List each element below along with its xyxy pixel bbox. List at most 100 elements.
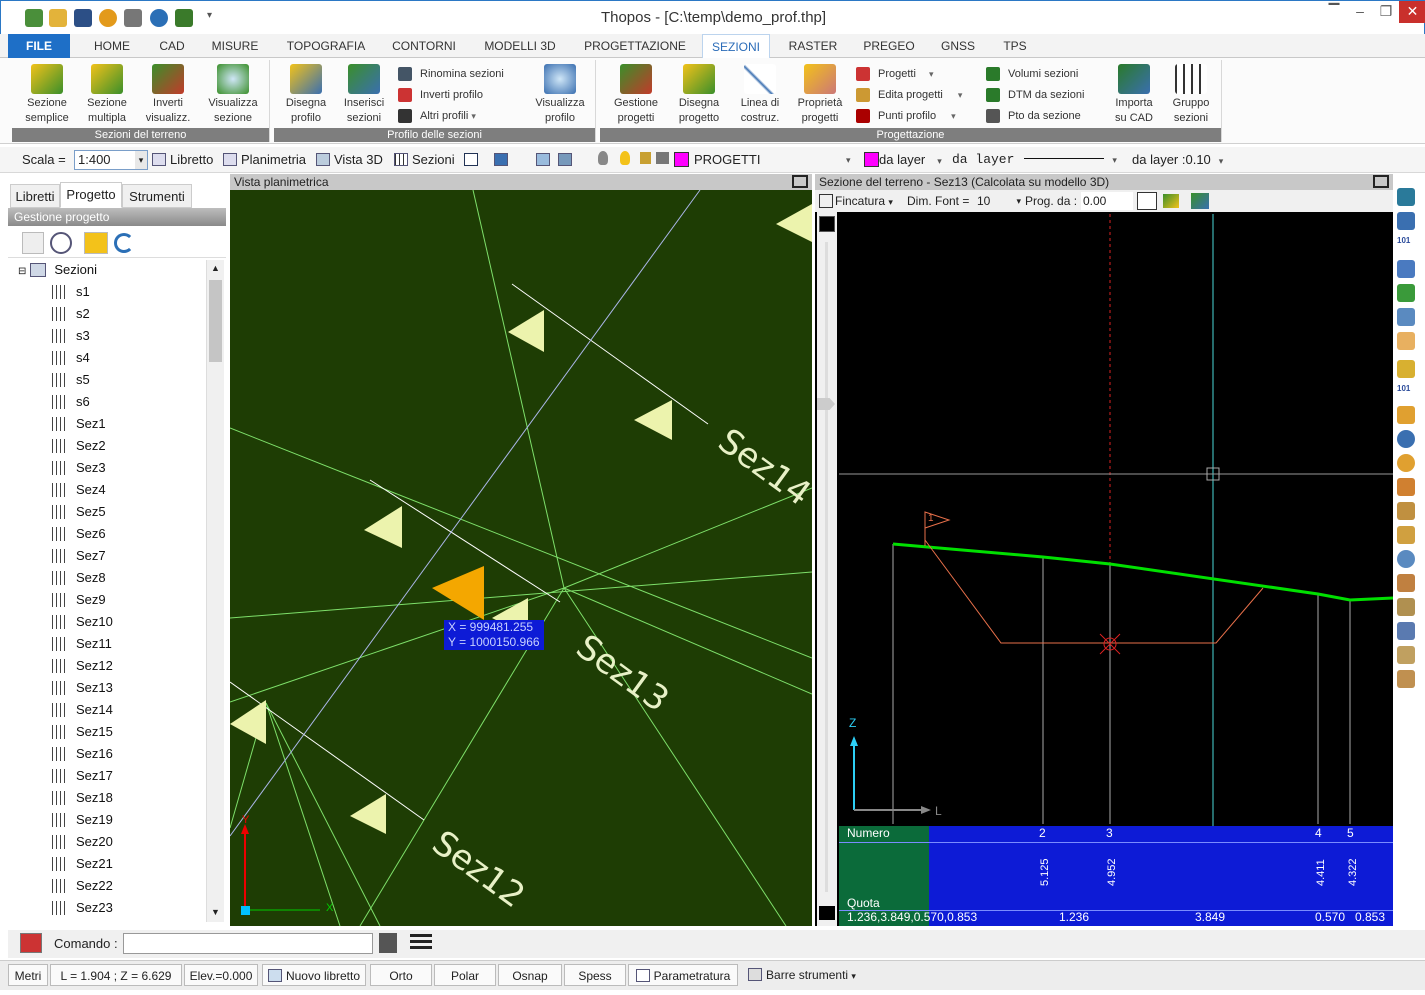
scroll-thumb[interactable]	[209, 280, 222, 362]
visualizza-profilo-button[interactable]: Visualizza profilo	[530, 64, 590, 126]
tree-item[interactable]: Sez14	[52, 699, 113, 721]
tab-gnss[interactable]: GNSS	[930, 34, 986, 58]
refresh-icon[interactable]	[114, 233, 134, 253]
tab-file[interactable]: FILE	[8, 34, 70, 58]
zoom-out-icon[interactable]	[1397, 308, 1415, 326]
tree-item[interactable]: Sez5	[52, 501, 106, 523]
tree-item[interactable]: s4	[52, 347, 90, 369]
tab-home[interactable]: HOME	[82, 34, 142, 58]
snap-off-icon[interactable]	[1397, 670, 1415, 688]
section-label[interactable]: Sez13	[569, 627, 676, 720]
units-button[interactable]: Metri	[8, 964, 48, 986]
tree-item[interactable]: Sez1	[52, 413, 106, 435]
polar-toggle[interactable]: Polar	[434, 964, 496, 986]
inverti-visualizz-button[interactable]: Inverti visualizz.	[138, 64, 198, 126]
barre-strumenti-button[interactable]: Barre strumenti ▾	[740, 964, 864, 986]
tab-sezioni[interactable]: SEZIONI	[702, 34, 770, 58]
disegna-progetto-button[interactable]: Disegna progetto	[670, 64, 728, 126]
tree-item[interactable]: Sez21	[52, 853, 113, 875]
tree-item[interactable]: Sez16	[52, 743, 113, 765]
snap-tangent-icon[interactable]	[1397, 526, 1415, 544]
window-layout-icon[interactable]	[464, 151, 484, 169]
tree-item[interactable]: Sez17	[52, 765, 113, 787]
tab-pregeo[interactable]: PREGEO	[854, 34, 924, 58]
zoom-in-icon[interactable]	[1397, 260, 1415, 278]
spess-toggle[interactable]: Spess	[564, 964, 626, 986]
zoom-101-icon[interactable]: 101	[1397, 236, 1415, 254]
section-canvas[interactable]	[815, 174, 1393, 926]
snap-end-icon[interactable]	[1397, 406, 1415, 424]
panel-layout-icon[interactable]	[494, 151, 514, 169]
ribbon-toggle-icon[interactable]: ▔	[1321, 1, 1347, 23]
disegna-profilo-button[interactable]: Disegna profilo	[278, 64, 334, 126]
snap-insert-icon[interactable]	[1397, 646, 1415, 664]
tab-progettazione[interactable]: PROGETTAZIONE	[574, 34, 696, 58]
tree-item[interactable]: s2	[52, 303, 90, 325]
tree-item[interactable]: Sez19	[52, 809, 113, 831]
scroll-up-icon[interactable]: ▲	[207, 260, 224, 276]
volumi-sezioni-button[interactable]: Volumi sezioni	[986, 64, 1078, 84]
snap-perpendicular-icon[interactable]	[1397, 502, 1415, 520]
tab-cad[interactable]: CAD	[146, 34, 198, 58]
maximize-icon[interactable]: ❐	[1373, 1, 1399, 23]
gestione-progetti-button[interactable]: Gestione progetti	[606, 64, 666, 126]
layers2-icon[interactable]	[558, 151, 578, 169]
visualizza-sezione-button[interactable]: Visualizza sezione	[202, 64, 264, 126]
dtm-da-sezioni-button[interactable]: DTM da sezioni	[986, 85, 1084, 105]
tree-scrollbar[interactable]: ▲ ▼	[206, 260, 224, 922]
altri-profili-button[interactable]: Altri profili ▾	[398, 106, 476, 126]
snap-node-icon[interactable]	[1397, 622, 1415, 640]
tab-modelli-3d[interactable]: MODELLI 3D	[472, 34, 568, 58]
snap-101-icon[interactable]: 101	[1397, 384, 1415, 402]
close-icon[interactable]: ✕	[1399, 1, 1425, 23]
tree-item[interactable]: Sez6	[52, 523, 106, 545]
maximize-panel-icon[interactable]	[792, 175, 808, 188]
calculator-icon[interactable]	[379, 933, 397, 953]
tree-item[interactable]: s3	[52, 325, 90, 347]
tree-item[interactable]: Sez13	[52, 677, 113, 699]
inverti-profilo-button[interactable]: Inverti profilo	[398, 85, 483, 105]
tree-item[interactable]: s5	[52, 369, 90, 391]
section-view[interactable]: Sezione del terreno - Sez13 (Calcolata s…	[815, 174, 1393, 926]
tree-item[interactable]: Sez10	[52, 611, 113, 633]
plan-view[interactable]: Sez14 Sez13 Sez12 Vista planimetrica X =…	[230, 174, 812, 926]
snap-center-icon[interactable]	[1397, 430, 1415, 448]
layer-name[interactable]: PROGETTI	[694, 151, 760, 169]
tab-topografia[interactable]: TOPOGRAFIA	[274, 34, 378, 58]
swap-icon[interactable]	[84, 232, 108, 254]
tree-item[interactable]: Sez15	[52, 721, 113, 743]
sezione-multipla-button[interactable]: Sezione multipla	[78, 64, 136, 126]
parametratura-toggle[interactable]: Parametratura	[628, 964, 738, 986]
section-label[interactable]: Sez12	[425, 823, 532, 916]
layer-color-swatch[interactable]	[674, 151, 690, 169]
inserisci-sezioni-button[interactable]: Inserisci sezioni	[336, 64, 392, 126]
snap-circle-icon[interactable]	[1397, 550, 1415, 568]
planimetria-button[interactable]: Planimetria	[223, 151, 306, 169]
pan-hand-icon[interactable]	[1397, 332, 1415, 350]
command-input[interactable]	[123, 933, 373, 954]
tree-item[interactable]: s6	[52, 391, 90, 413]
punti-profilo-button[interactable]: Punti profilo ▾	[856, 106, 956, 126]
tree-item[interactable]: Sez11	[52, 633, 112, 655]
tree-item[interactable]: Sez18	[52, 787, 113, 809]
tab-libretti[interactable]: Libretti	[10, 184, 60, 208]
calendar-icon[interactable]	[20, 933, 42, 953]
plan-canvas[interactable]: Sez14 Sez13 Sez12	[230, 174, 812, 926]
tree-item[interactable]: Sez9	[52, 589, 106, 611]
tree-item[interactable]: Sez7	[52, 545, 106, 567]
proprieta-progetti-button[interactable]: Proprietà progetti	[790, 64, 850, 126]
tab-contorni[interactable]: CONTORNI	[382, 34, 466, 58]
list-icon[interactable]	[410, 934, 432, 952]
zoom-extents-icon[interactable]	[1397, 188, 1415, 206]
snap-parallel-icon[interactable]	[1397, 598, 1415, 616]
layers-icon[interactable]	[536, 151, 556, 169]
tree-item[interactable]: Sez20	[52, 831, 113, 853]
tab-progetto[interactable]: Progetto	[60, 182, 122, 208]
tab-misure[interactable]: MISURE	[202, 34, 268, 58]
pto-da-sezione-button[interactable]: Pto da sezione	[986, 106, 1081, 126]
sezione-semplice-button[interactable]: Sezione semplice	[16, 64, 78, 126]
nuovo-libretto-button[interactable]: Nuovo libretto	[262, 964, 366, 986]
lock-icon[interactable]	[640, 151, 654, 169]
tree-item[interactable]: Sez2	[52, 435, 106, 457]
sezioni-button[interactable]: Sezioni	[394, 151, 455, 169]
